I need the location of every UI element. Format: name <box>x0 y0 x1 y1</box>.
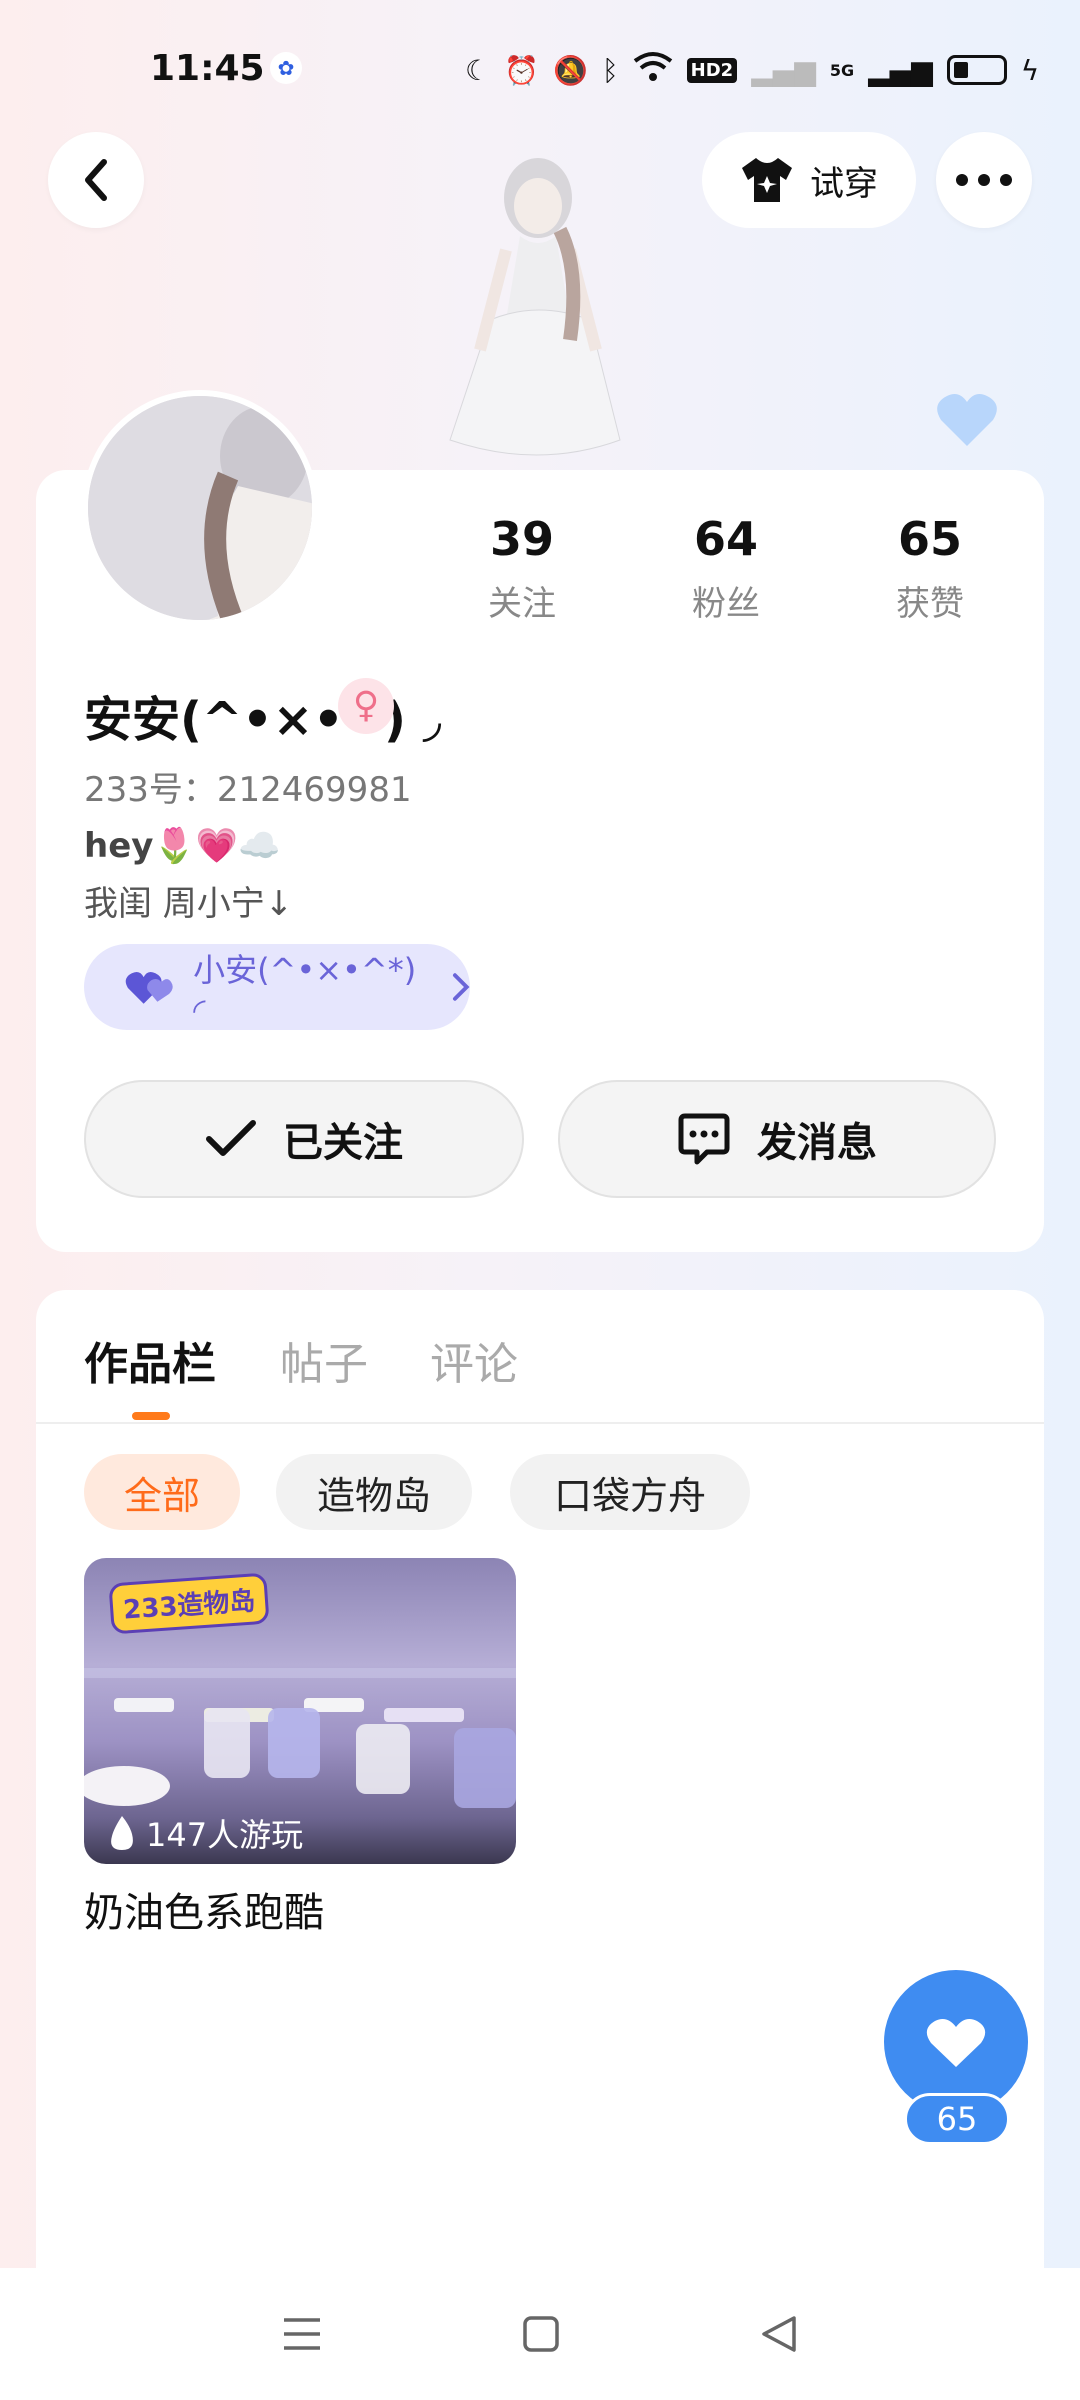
double-heart-icon <box>125 971 173 1004</box>
tryon-button[interactable]: 试穿 <box>702 132 916 228</box>
message-label: 发消息 <box>757 1120 877 1166</box>
bio-line-2: 我闺 周小宁↓ <box>84 884 294 924</box>
stat-fans[interactable]: 64 粉丝 <box>646 512 806 625</box>
alarm-icon: ⏰ <box>504 53 539 87</box>
status-icons: ☾ ⏰ 🔕 ᛒ HD2 ▂▄▆ 5G ▂▄▆ ϟ <box>465 50 1039 90</box>
network-type: 5G <box>829 60 855 80</box>
heart-decor-icon <box>935 390 999 452</box>
avatar[interactable] <box>82 390 318 626</box>
like-count: 65 <box>904 2093 1010 2145</box>
back-triangle-icon[interactable] <box>760 2314 798 2354</box>
charging-icon: ϟ <box>1020 53 1040 87</box>
status-bar: 11:45 ✿ ☾ ⏰ 🔕 ᛒ HD2 ▂▄▆ 5G ▂▄▆ ϟ <box>0 0 1080 140</box>
tab-indicator <box>132 1412 170 1420</box>
signal2-icon: ▂▄▆ <box>868 53 933 87</box>
stat-fans-label: 粉丝 <box>692 584 760 624</box>
checkmark-icon <box>206 1120 256 1156</box>
system-nav-bar <box>0 2268 1080 2400</box>
heart-icon <box>926 2019 986 2067</box>
stat-fans-value: 64 <box>693 512 758 566</box>
flame-icon <box>111 1816 133 1850</box>
work-card-thumbnail[interactable]: 233造物岛 147人游玩 <box>84 1558 516 1864</box>
user-id[interactable]: 233号：212469981 <box>84 762 412 811</box>
chevron-right-icon <box>453 973 470 1001</box>
stat-likes[interactable]: 65 获赞 <box>850 512 1010 625</box>
status-time: 11:45 <box>150 48 265 89</box>
stat-following-label: 关注 <box>488 584 556 624</box>
moon-icon: ☾ <box>465 53 491 87</box>
tryon-label: 试穿 <box>810 163 878 204</box>
mute-icon: 🔕 <box>552 53 588 87</box>
tab-works[interactable]: 作品栏 <box>84 1328 216 1392</box>
chat-bubble-icon <box>678 1113 730 1165</box>
following-label: 已关注 <box>283 1120 403 1166</box>
female-icon: ♀ <box>338 678 394 734</box>
shirt-icon <box>742 158 792 202</box>
message-button[interactable]: 发消息 <box>558 1080 996 1198</box>
filter-pocket-ark[interactable]: 口袋方舟 <box>510 1454 750 1530</box>
avatar-figure[interactable] <box>420 150 650 470</box>
stat-likes-label: 获赞 <box>896 584 964 624</box>
stat-following[interactable]: 39 关注 <box>442 512 602 625</box>
baidu-icon: ✿ <box>270 52 302 84</box>
work-title[interactable]: 奶油色系跑酷 <box>84 1880 324 1938</box>
linked-friend-name: 小安(^•×•^*) ◜ <box>193 951 417 1029</box>
battery-icon <box>946 55 1007 85</box>
hd-icon: HD2 <box>686 57 738 83</box>
back-button[interactable] <box>48 132 144 228</box>
menu-icon[interactable] <box>282 2316 322 2352</box>
filter-island[interactable]: 造物岛 <box>276 1454 472 1530</box>
following-button[interactable]: 已关注 <box>84 1080 524 1198</box>
chevron-left-icon <box>85 159 107 201</box>
home-square-icon[interactable] <box>522 2315 560 2353</box>
more-dots-icon <box>956 174 1012 186</box>
play-count-text: 147人游玩 <box>146 1816 304 1854</box>
tab-posts[interactable]: 帖子 <box>280 1328 368 1392</box>
divider <box>36 1422 1044 1424</box>
filter-all[interactable]: 全部 <box>84 1454 240 1530</box>
wifi-icon <box>633 51 673 90</box>
bluetooth-icon: ᛒ <box>601 53 619 87</box>
linked-friend-tag[interactable]: 小安(^•×•^*) ◜ <box>84 944 470 1030</box>
play-count: 147人游玩 <box>108 1810 303 1856</box>
stat-following-value: 39 <box>489 512 554 566</box>
more-button[interactable] <box>936 132 1032 228</box>
stat-likes-value: 65 <box>897 512 962 566</box>
tab-comments[interactable]: 评论 <box>430 1328 518 1392</box>
signal-icon: ▂▄▆ <box>751 53 816 87</box>
bio-line-1: hey🌷💗☁️ <box>84 826 281 866</box>
